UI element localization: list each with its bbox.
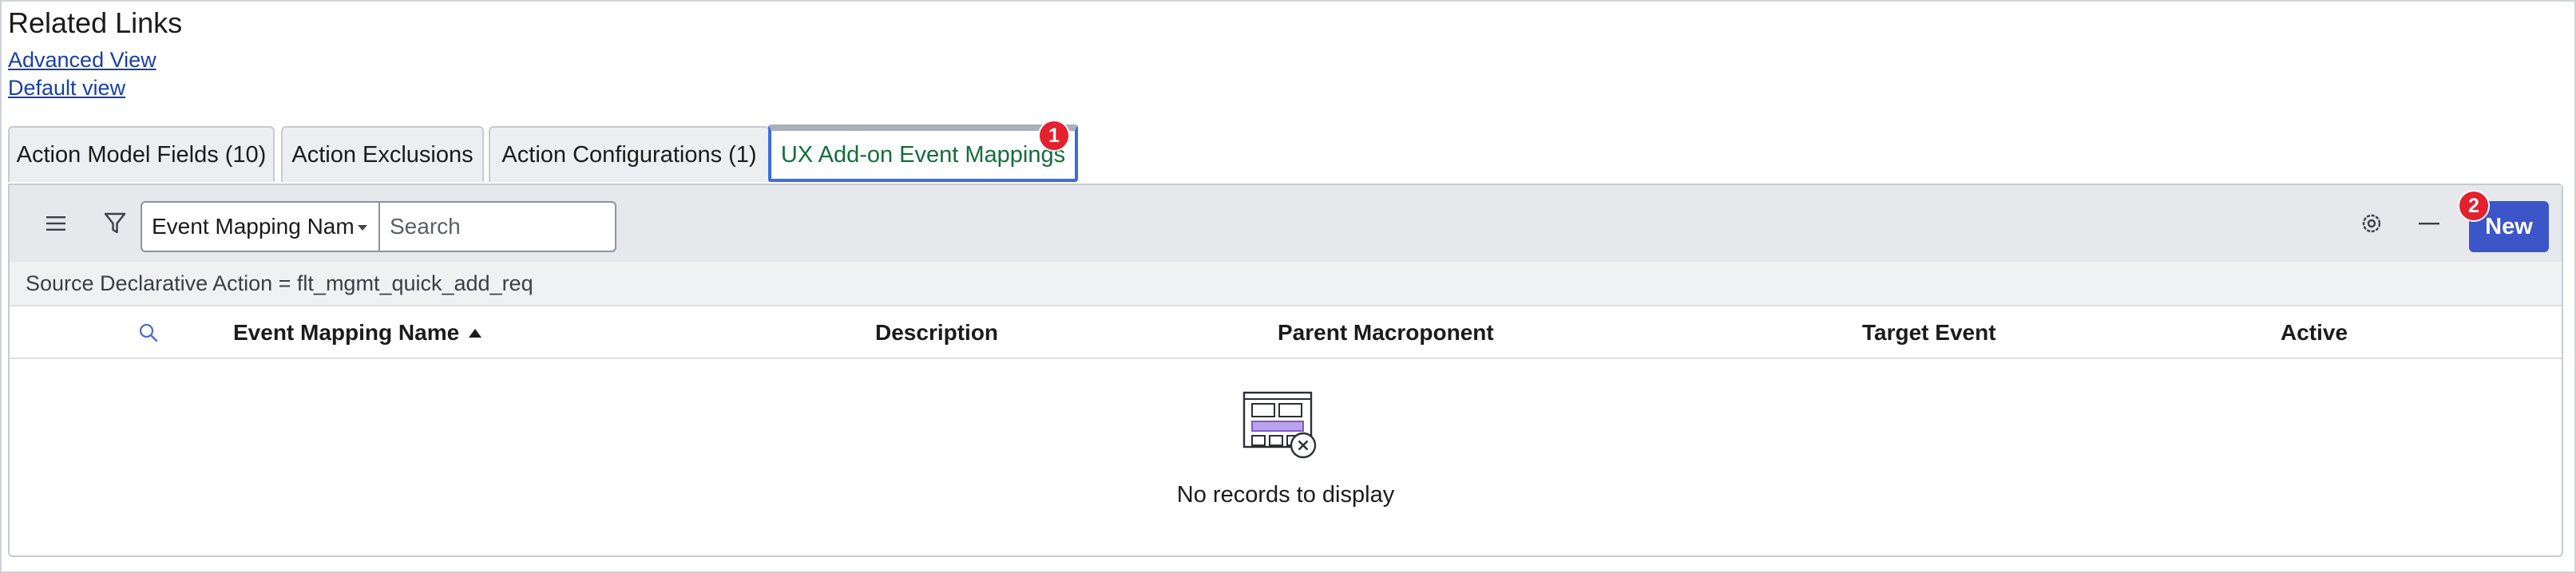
column-header-parent-macroponent[interactable]: Parent Macroponent <box>1278 306 1494 359</box>
hamburger-menu-icon <box>46 216 65 231</box>
column-search-button[interactable] <box>129 314 168 352</box>
gear-icon <box>2362 214 2381 233</box>
search-field-select[interactable]: Event Mapping Nam <box>141 201 380 252</box>
related-links-title: Related Links <box>8 6 183 39</box>
search-icon <box>139 323 158 342</box>
sort-ascending-icon <box>469 328 482 338</box>
column-header-label: Event Mapping Name <box>233 320 460 345</box>
default-view-link[interactable]: Default view <box>8 76 125 101</box>
notification-badge-2: 2 <box>2458 190 2490 222</box>
notification-badge-1: 1 <box>1038 120 1070 152</box>
column-header-event-mapping-name[interactable]: Event Mapping Name <box>233 306 482 359</box>
search-input[interactable] <box>378 201 616 252</box>
column-header-active[interactable]: Active <box>2281 306 2348 359</box>
chevron-down-icon <box>358 225 367 231</box>
minus-icon <box>2419 223 2439 225</box>
list-toolbar: Event Mapping Nam New <box>10 185 2562 262</box>
list-settings-button[interactable] <box>2352 204 2391 243</box>
search-field-select-value: Event Mapping Nam <box>152 214 355 239</box>
tab-ux-add-on-event-mappings[interactable]: UX Add-on Event Mappings <box>768 124 1078 182</box>
funnel-filter-icon <box>104 212 126 234</box>
page: Related Links Advanced View Default view… <box>0 0 2576 573</box>
column-header-target-event[interactable]: Target Event <box>1862 306 1996 359</box>
tab-action-exclusions[interactable]: Action Exclusions <box>281 126 484 182</box>
advanced-view-link[interactable]: Advanced View <box>8 48 157 73</box>
empty-state-message: No records to display <box>1176 482 1395 508</box>
filter-button[interactable] <box>96 204 134 243</box>
table-header: Event Mapping Name Description Parent Ma… <box>10 306 2562 359</box>
minimize-list-button[interactable] <box>2410 204 2448 243</box>
filter-breadcrumb[interactable]: Source Declarative Action = flt_mgmt_qui… <box>10 262 2562 306</box>
related-list-panel: Event Mapping Nam New Source Declarative… <box>8 184 2563 557</box>
empty-list-illustration-icon <box>1242 391 1317 459</box>
column-header-description[interactable]: Description <box>875 306 998 359</box>
list-menu-button[interactable] <box>37 204 75 243</box>
tab-action-model-fields[interactable]: Action Model Fields (10) <box>8 126 275 182</box>
tab-action-configurations[interactable]: Action Configurations (1) <box>489 126 770 182</box>
